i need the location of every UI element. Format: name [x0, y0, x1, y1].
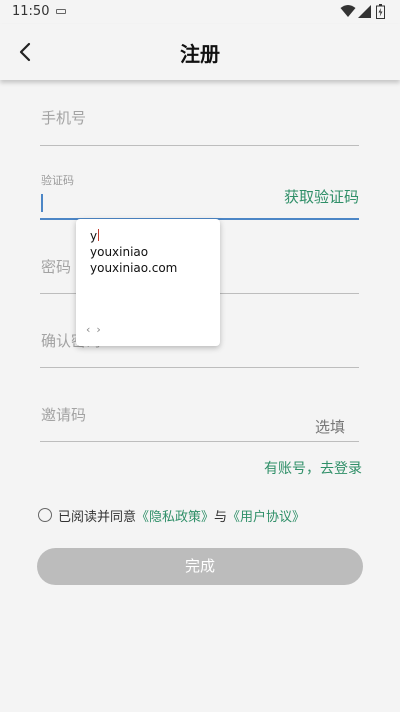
battery-icon	[376, 4, 385, 19]
text-cursor	[41, 194, 43, 212]
app-bar: 注册	[0, 24, 400, 80]
verification-code-field[interactable]: 验证码 获取验证码	[40, 172, 359, 220]
optional-hint: 选填	[314, 418, 345, 436]
agreement-and: 与	[214, 510, 228, 525]
autocomplete-popup: y youxiniao youxiniao.com ‹ ›	[76, 219, 220, 346]
agreement-text: 已阅读并同意《隐私政策》与《用户协议》	[58, 506, 305, 525]
autocomplete-typed-text: y	[90, 229, 98, 243]
agreement-radio[interactable]	[38, 508, 52, 522]
phone-field[interactable]: 手机号	[40, 104, 359, 146]
autocomplete-cursor	[98, 229, 100, 241]
notification-icon	[56, 9, 66, 14]
user-agreement-link[interactable]: 《用户协议》	[227, 510, 305, 525]
get-code-button[interactable]: 获取验证码	[284, 186, 359, 207]
autocomplete-nav: ‹ ›	[86, 323, 107, 336]
password-placeholder: 密码	[41, 258, 72, 276]
phone-underline	[40, 145, 359, 146]
phone-placeholder: 手机号	[41, 109, 87, 127]
invite-code-field[interactable]: 邀请码 选填	[40, 400, 359, 442]
signal-icon	[358, 5, 371, 18]
agreement-prefix: 已阅读并同意	[58, 510, 137, 525]
autocomplete-typed[interactable]: y	[90, 229, 100, 243]
page-title: 注册	[180, 42, 220, 66]
chevron-left-icon[interactable]: ‹	[86, 323, 90, 336]
wifi-icon	[340, 5, 356, 17]
chevron-right-icon[interactable]: ›	[96, 323, 100, 336]
privacy-policy-link[interactable]: 《隐私政策》	[136, 510, 214, 525]
login-link[interactable]: 有账号，去登录	[264, 458, 362, 478]
verification-code-label: 验证码	[41, 174, 74, 187]
submit-button[interactable]: 完成	[37, 548, 363, 585]
confirm-password-underline	[40, 367, 359, 368]
invite-code-underline	[40, 441, 359, 442]
invite-code-placeholder: 邀请码	[41, 406, 87, 424]
status-icons	[340, 4, 390, 20]
autocomplete-item[interactable]: youxiniao.com	[90, 261, 177, 275]
status-bar: 11:50	[0, 0, 400, 24]
status-time: 11:50	[12, 4, 50, 19]
autocomplete-item[interactable]: youxiniao	[90, 245, 148, 259]
